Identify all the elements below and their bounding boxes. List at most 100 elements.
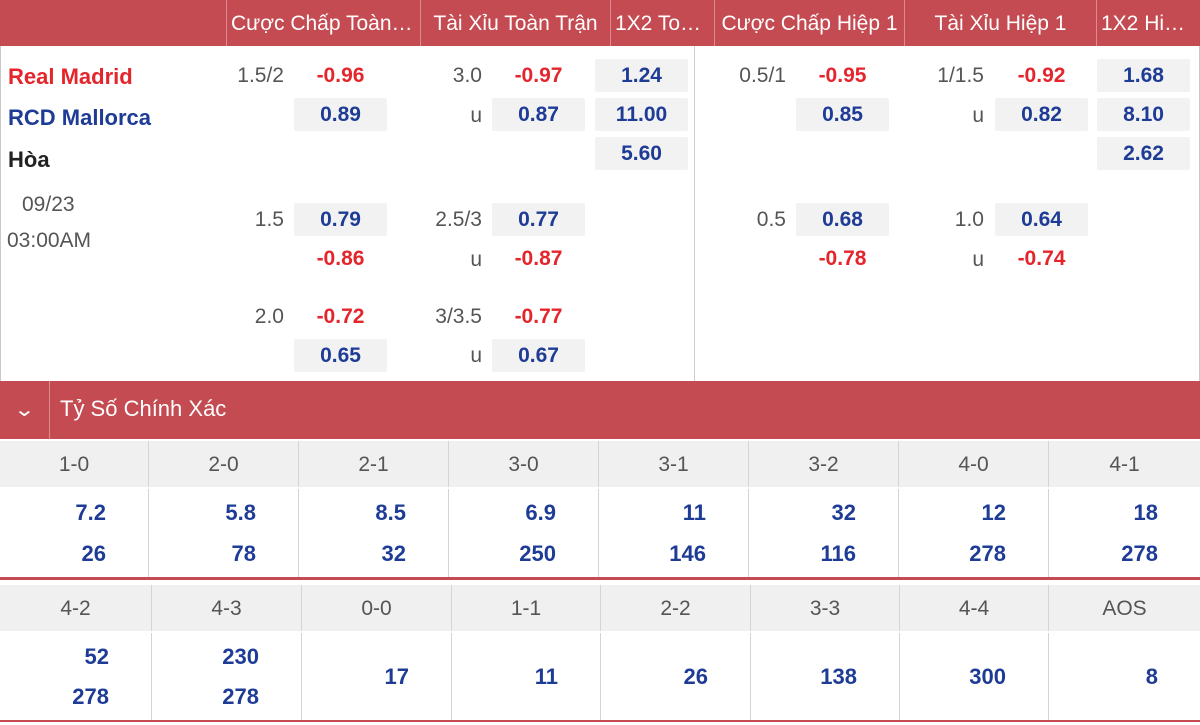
score-odds[interactable]: 300	[969, 664, 1006, 690]
h1-1x2-home-odds[interactable]: 1.68	[1097, 59, 1190, 92]
row-divider	[0, 577, 1200, 580]
ft-hdp-line: 2.0	[254, 305, 284, 328]
score-label: AOS	[1102, 597, 1147, 620]
ft-over-odds[interactable]: -0.97	[492, 59, 585, 92]
ft-hdp-away-odds[interactable]: 0.65	[294, 339, 387, 372]
score-label: 3-0	[449, 441, 599, 487]
ft-hdp-away-odds[interactable]: -0.86	[294, 242, 387, 275]
score-odds-home[interactable]: 6.9	[525, 500, 556, 526]
ft-1x2-draw-odds[interactable]: 5.60	[595, 137, 688, 170]
score-label: 2-0	[149, 441, 299, 487]
h1-under-odds[interactable]: 0.82	[995, 98, 1088, 131]
draw-label: Hòa	[8, 147, 50, 172]
score-odds-away[interactable]: 278	[72, 684, 109, 710]
h1-hdp-home-odds[interactable]: 0.68	[796, 203, 889, 236]
ft-1x2-home-odds[interactable]: 1.24	[595, 59, 688, 92]
score-odds[interactable]: 138	[820, 664, 857, 690]
ft-hdp-home-odds[interactable]: -0.96	[294, 59, 387, 92]
score-odds[interactable]: 17	[385, 664, 409, 690]
h1-hdp-line: 0.5	[756, 208, 786, 231]
score-odds-home[interactable]: 18	[1134, 500, 1158, 526]
match-date: 09/23	[22, 193, 75, 216]
ft-over-odds[interactable]: -0.77	[492, 300, 585, 333]
score-label: 0-0	[302, 585, 452, 631]
score-label: 4-1	[1109, 453, 1140, 476]
score-odds[interactable]: 26	[684, 664, 708, 690]
h1-hdp-home-odds[interactable]: -0.95	[796, 59, 889, 92]
score-odds-away[interactable]: 78	[232, 541, 256, 567]
score-label: 4-0	[899, 441, 1049, 487]
exact-score-bar[interactable]: ⌄ Tỷ Số Chính Xác	[0, 381, 1200, 439]
h1-hdp-line: 0.5/1	[739, 64, 786, 87]
score-label: 3-2	[749, 441, 899, 487]
score-label: 4-4	[900, 585, 1049, 631]
h1-ou-line: 1.0	[954, 208, 984, 231]
score-odds[interactable]: 8	[1146, 664, 1158, 690]
h1-1x2-away-odds[interactable]: 8.10	[1097, 98, 1190, 131]
ft-hdp-home-odds[interactable]: 0.79	[294, 203, 387, 236]
ft-1x2-away-odds[interactable]: 11.00	[595, 98, 688, 131]
score-odds-home[interactable]: 12	[982, 500, 1006, 526]
score-label: 1-0	[0, 441, 149, 487]
chevron-down-icon[interactable]: ⌄	[0, 381, 50, 439]
score-label: 3-1	[599, 441, 749, 487]
score-odds-row: 7.2 26 5.8 78 8.5 32 6.9 250 11 146 32 1…	[0, 489, 1200, 578]
ft-ou-line: 3.0	[452, 64, 482, 87]
odds-header: Cược Chấp Toàn Trận Tài Xỉu Toàn Trận 1X…	[0, 0, 1200, 46]
ft-under-label: u	[470, 248, 482, 271]
score-odds-home[interactable]: 5.8	[225, 500, 256, 526]
ft-hdp-home-odds[interactable]: -0.72	[294, 300, 387, 333]
score-odds-away[interactable]: 26	[82, 541, 106, 567]
h1-under-odds[interactable]: -0.74	[995, 242, 1088, 275]
h1-under-label: u	[972, 104, 984, 127]
score-label: 3-3	[751, 585, 900, 631]
home-team-name[interactable]: Real Madrid	[8, 64, 133, 90]
ft-under-odds[interactable]: 0.87	[492, 98, 585, 131]
score-odds-home[interactable]: 32	[832, 500, 856, 526]
header-h1-handicap[interactable]: Cược Chấp Hiệp 1	[714, 0, 904, 46]
exact-score-title: Tỷ Số Chính Xác	[60, 396, 227, 421]
ft-ou-line: 2.5/3	[435, 208, 482, 231]
header-h1-over-under[interactable]: Tài Xỉu Hiệp 1	[904, 0, 1096, 46]
ft-hdp-line: 1.5/2	[237, 64, 284, 87]
header-ft-handicap[interactable]: Cược Chấp Toàn Trận	[226, 0, 420, 46]
header-h1-1x2[interactable]: 1X2 Hiệp 1	[1096, 0, 1200, 46]
score-odds-away[interactable]: 250	[519, 541, 556, 567]
ft-under-odds[interactable]: -0.87	[492, 242, 585, 275]
score-odds-away[interactable]: 116	[821, 541, 857, 567]
h1-under-label: u	[972, 248, 984, 271]
score-odds-away[interactable]: 278	[1121, 541, 1158, 567]
h1-over-odds[interactable]: -0.92	[995, 59, 1088, 92]
score-odds-home[interactable]: 230	[222, 644, 259, 670]
score-odds[interactable]: 11	[535, 664, 558, 690]
score-label: 4-2	[0, 585, 152, 631]
ft-under-label: u	[470, 344, 482, 367]
score-odds-home[interactable]: 7.2	[75, 500, 106, 526]
h1-hdp-away-odds[interactable]: -0.78	[796, 242, 889, 275]
score-label: 2-2	[601, 585, 751, 631]
ft-under-odds[interactable]: 0.67	[492, 339, 585, 372]
header-ft-1x2[interactable]: 1X2 Toàn Trận	[610, 0, 714, 46]
match-time: 03:00AM	[7, 229, 92, 252]
h1-1x2-draw-odds[interactable]: 2.62	[1097, 137, 1190, 170]
score-odds-home[interactable]: 11	[683, 500, 706, 526]
header-ft-over-under[interactable]: Tài Xỉu Toàn Trận	[420, 0, 610, 46]
away-team-name[interactable]: RCD Mallorca	[8, 105, 151, 131]
score-odds-away[interactable]: 146	[669, 541, 706, 567]
score-odds-home[interactable]: 8.5	[375, 500, 406, 526]
score-odds-away[interactable]: 278	[969, 541, 1006, 567]
score-odds-away[interactable]: 32	[382, 541, 406, 567]
ft-over-odds[interactable]: 0.77	[492, 203, 585, 236]
score-odds-row: 52 278 230 278 17 11 26 138 300 8	[0, 633, 1200, 720]
h1-hdp-away-odds[interactable]: 0.85	[796, 98, 889, 131]
ft-under-label: u	[470, 104, 482, 127]
score-label: 4-3	[152, 585, 302, 631]
fulltime-halftime-divider	[694, 46, 695, 381]
ft-hdp-away-odds[interactable]: 0.89	[294, 98, 387, 131]
score-header-row: 1-0 2-0 2-1 3-0 3-1 3-2 4-0 4-1	[0, 441, 1200, 487]
ft-hdp-line: 1.5	[254, 208, 284, 231]
score-label: 2-1	[299, 441, 449, 487]
score-odds-away[interactable]: 278	[222, 684, 259, 710]
h1-over-odds[interactable]: 0.64	[995, 203, 1088, 236]
score-odds-home[interactable]: 52	[85, 644, 109, 670]
